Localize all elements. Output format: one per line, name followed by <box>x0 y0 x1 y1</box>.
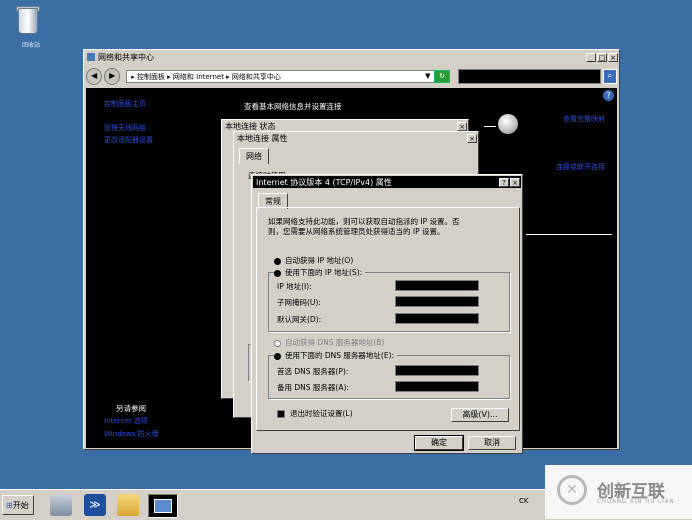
ip-address-field[interactable] <box>395 280 479 291</box>
address-dropdown-icon[interactable]: ▼ <box>425 72 430 80</box>
auto-dns-radio[interactable]: 自动获得 DNS 服务器地址(B) <box>274 337 384 348</box>
forward-button[interactable]: ▶ <box>104 67 121 85</box>
minimize-button[interactable]: _ <box>586 52 596 62</box>
manual-ip-label: 使用下面的 IP 地址(S): <box>285 268 363 277</box>
close-button[interactable]: × <box>608 52 618 62</box>
brand-logo-icon: ✕ <box>557 475 587 505</box>
start-button[interactable]: ⊞开始 <box>2 495 34 515</box>
window-titlebar[interactable]: 网络和共享中心 _ □ × <box>84 50 619 64</box>
preferred-dns-field[interactable] <box>395 365 479 376</box>
maximize-button[interactable]: □ <box>597 52 607 62</box>
divider <box>526 234 612 235</box>
auto-ip-label: 自动获得 IP 地址(O) <box>285 256 354 265</box>
input-method-indicator[interactable]: CK <box>519 497 528 505</box>
auto-ip-radio[interactable]: 自动获得 IP 地址(O) <box>274 255 353 266</box>
brand-watermark: ✕ 创新互联 CHUANG XIN HU LIAN <box>545 465 692 519</box>
dialog-title: 本地连接 状态 <box>225 121 276 131</box>
ipv4-properties-dialog: Internet 协议版本 4 (TCP/IPv4) 属性 ? × 常规 如果网… <box>251 174 523 454</box>
subnet-mask-label: 子网掩码(U): <box>277 298 321 307</box>
windows-firewall-link[interactable]: Windows 防火墙 <box>104 429 158 439</box>
auto-dns-label: 自动获得 DNS 服务器地址(B) <box>285 338 385 347</box>
default-gateway-field[interactable] <box>395 313 479 324</box>
change-adapter-link[interactable]: 更改适配器设置 <box>104 135 153 145</box>
dialog-title: Internet 协议版本 4 (TCP/IPv4) 属性 <box>256 177 392 187</box>
close-button[interactable]: × <box>510 177 520 187</box>
start-label: 开始 <box>12 501 29 510</box>
refresh-button[interactable]: ↻ <box>434 69 450 83</box>
manual-dns-radio[interactable]: 使用下面的 DNS 服务器地址(E): <box>274 350 398 361</box>
address-bar-row: ◀ ▶ ▸ 控制面板 ▸ 网络和 Internet ▸ 网络和共享中心 ▼ ↻ … <box>86 66 617 86</box>
back-button[interactable]: ◀ <box>86 67 103 85</box>
advanced-button[interactable]: 高级(V)... <box>451 408 509 422</box>
validate-label: 退出时验证设置(L) <box>290 409 353 418</box>
manage-wireless-link[interactable]: 管理无线网络 <box>104 123 146 133</box>
server-manager-icon[interactable] <box>50 494 72 516</box>
alternate-dns-label: 备用 DNS 服务器(A): <box>277 383 349 392</box>
network-icon <box>87 53 95 61</box>
tab-network[interactable]: 网络 <box>239 148 269 164</box>
radio-icon <box>274 352 281 360</box>
preferred-dns-label: 首选 DNS 服务器(P): <box>277 367 349 376</box>
cancel-button[interactable]: 取消 <box>468 436 516 450</box>
manual-ip-radio[interactable]: 使用下面的 IP 地址(S): <box>274 267 366 278</box>
brand-subtitle: CHUANG XIN HU LIAN <box>597 499 675 505</box>
ip-address-label: IP 地址(I): <box>277 282 312 291</box>
explorer-folder-icon[interactable] <box>117 494 139 516</box>
address-input[interactable]: ▸ 控制面板 ▸ 网络和 Internet ▸ 网络和共享中心 <box>126 69 438 83</box>
control-panel-home-link[interactable]: 控制面板主页 <box>104 99 146 109</box>
close-button[interactable]: × <box>457 121 467 131</box>
center-heading: 查看基本网络信息并设置连接 <box>244 102 342 111</box>
windows-logo-icon: ⊞ <box>6 501 13 510</box>
checkbox-icon <box>277 410 285 418</box>
radio-icon <box>274 269 281 277</box>
dialog-titlebar[interactable]: Internet 协议版本 4 (TCP/IPv4) 属性 ? × <box>253 176 521 188</box>
see-also-label: 另请参阅 <box>116 404 146 413</box>
search-icon[interactable]: ⌕ <box>602 68 617 84</box>
internet-options-link[interactable]: Internet 选项 <box>104 416 148 426</box>
help-icon[interactable]: ? <box>603 90 614 101</box>
alternate-dns-field[interactable] <box>395 381 479 392</box>
dialog-titlebar[interactable]: 本地连接 属性 × <box>234 132 478 144</box>
close-button[interactable]: × <box>467 133 477 143</box>
default-gateway-label: 默认网关(D): <box>277 315 322 324</box>
powershell-icon[interactable]: ≫ <box>84 494 106 516</box>
help-button[interactable]: ? <box>499 177 509 187</box>
ok-button[interactable]: 确定 <box>414 435 464 451</box>
description-text: 如果网络支持此功能，则可以获取自动指派的 IP 设置。否则，您需要从网络系统管理… <box>268 217 460 236</box>
search-input[interactable] <box>457 68 601 84</box>
divider <box>484 126 496 127</box>
internet-globe-icon <box>498 114 518 134</box>
network-window-taskbar-icon[interactable] <box>148 494 178 518</box>
connect-disconnect-link[interactable]: 连接或断开连接 <box>556 162 605 172</box>
window-title: 网络和共享中心 <box>98 52 154 62</box>
recycle-bin-label: 回收站 <box>22 42 41 49</box>
dialog-title: 本地连接 属性 <box>237 133 288 143</box>
radio-icon <box>274 339 281 347</box>
radio-icon <box>274 257 281 265</box>
subnet-mask-field[interactable] <box>395 296 479 307</box>
recycle-bin-icon[interactable]: 回收站 <box>14 4 40 49</box>
manual-dns-label: 使用下面的 DNS 服务器地址(E): <box>285 351 395 360</box>
view-full-map-link[interactable]: 查看完整映射 <box>563 114 605 124</box>
validate-checkbox[interactable]: 退出时验证设置(L) <box>277 408 353 419</box>
